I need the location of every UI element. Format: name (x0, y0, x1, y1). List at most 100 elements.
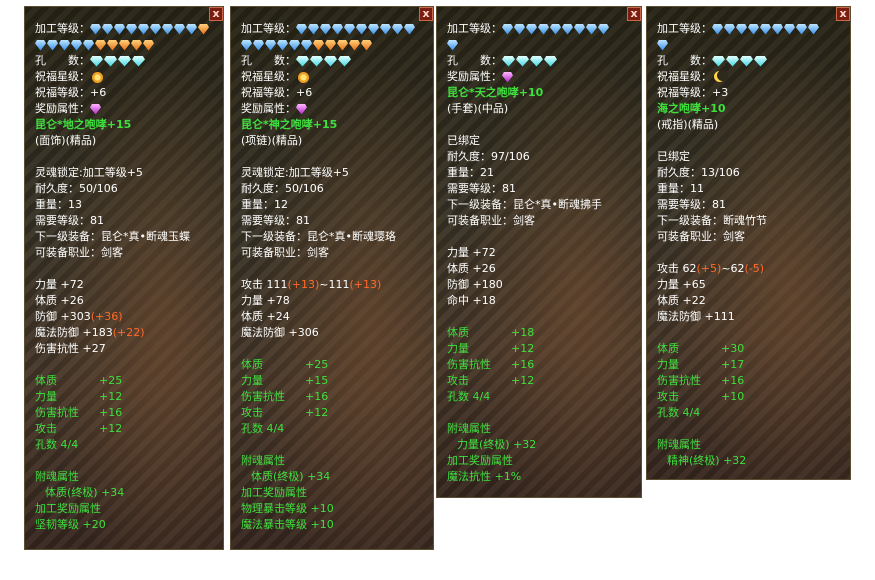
stat-text: 力量 +65 (657, 278, 706, 291)
next-equipment: 下一级装备：昆仑*真•断魂玉蝶 (35, 230, 190, 243)
orange-gem-icon (198, 23, 209, 35)
stat-row: 魔法防御 +183 (+22) (35, 325, 213, 341)
blue-gem-icon (150, 23, 161, 35)
gem-stat-row: 体质 +25 (241, 357, 423, 373)
process-reward: 物理暴击等级 +10 (241, 502, 334, 515)
cyan-gem-icon (118, 55, 131, 67)
attack-max: ~111 (319, 278, 350, 291)
process-level-row: 加工等级： (35, 21, 213, 37)
equip-job: 可装备职业：剑客 (447, 214, 535, 227)
close-button[interactable]: x (836, 7, 850, 21)
cyan-gem-icon (104, 55, 117, 67)
item-tooltip-panel-1: x 加工等级： 孔 数： 祝福星级： 祝福等级： +6 奖励属性： 昆仑*地之咆… (24, 6, 224, 550)
gem-stat-row: 孔数 4/4 (241, 421, 423, 437)
bless-star-row: 祝福星级： (35, 69, 213, 85)
item-type: (戒指)(精品) (657, 118, 719, 131)
stat-text: 力量 +72 (447, 246, 496, 259)
gem-stat-row: 孔数 4/4 (447, 389, 631, 405)
blue-gem-icon (574, 23, 585, 35)
item-type: (面饰)(精品) (35, 134, 97, 147)
weight: 重量：21 (447, 166, 494, 179)
bless-star-row: 祝福星级： (241, 69, 423, 85)
close-button[interactable]: x (419, 7, 433, 21)
required-level: 需要等级：81 (447, 182, 516, 195)
soul-attr: 体质(终极) +34 (251, 470, 331, 483)
gem-stat-value: +16 (99, 406, 123, 419)
close-button[interactable]: x (627, 7, 641, 21)
blue-gem-icon (174, 23, 185, 35)
gem-stat-value: +12 (305, 406, 329, 419)
process-level-row: 加工等级： (447, 21, 631, 37)
gem-stat-name: 攻击 (35, 422, 57, 435)
attack-bonus-min: (+13) (287, 278, 320, 291)
stat-text: 体质 +26 (447, 262, 496, 275)
blue-gem-icon (289, 39, 300, 51)
gem-stat-row: 体质 +25 (35, 373, 213, 389)
gem-stat-name: 力量 (241, 374, 263, 387)
stat-text: 魔法防御 +111 (657, 310, 735, 323)
blue-gem-icon (356, 23, 367, 35)
orange-gem-icon (119, 39, 130, 51)
reward-attr-row: 奖励属性： (241, 101, 423, 117)
cyan-gem-icon (310, 55, 323, 67)
blue-gem-icon (724, 23, 735, 35)
item-name: 昆仑*天之咆哮+10 (447, 86, 544, 99)
cyan-gem-icon (712, 55, 725, 67)
required-level: 需要等级：81 (241, 214, 310, 227)
gem-stat-value: +16 (721, 374, 745, 387)
next-equipment: 下一级装备：昆仑*真•断魂璎珞 (241, 230, 396, 243)
bless-level-row: 祝福等级： +6 (35, 85, 213, 101)
blue-gem-icon (186, 23, 197, 35)
gem-stat-name: 伤害抗性 (447, 358, 491, 371)
reward-attr-label: 奖励属性： (447, 70, 502, 83)
purple-gem-icon (296, 103, 307, 115)
process-reward-title: 加工奖励属性 (241, 486, 307, 499)
weight: 重量：13 (35, 198, 82, 211)
bless-star-label: 祝福星级： (35, 70, 90, 83)
orange-gem-icon (143, 39, 154, 51)
gem-stat-row: 伤害抗性 +16 (241, 389, 423, 405)
attack-bonus-max: (-5) (744, 262, 765, 275)
gem-stat-row: 攻击 +12 (447, 373, 631, 389)
bless-star-label: 祝福星级： (241, 70, 296, 83)
process-gems (712, 23, 840, 35)
gem-stat-row: 力量 +12 (35, 389, 213, 405)
process-level-row: 加工等级： (241, 21, 423, 37)
process-reward: 魔法抗性 +1% (447, 470, 522, 483)
stat-row: 力量 +72 (35, 277, 213, 293)
gem-stat-row: 体质 +30 (657, 341, 840, 357)
gem-stat-name: 孔数 (241, 422, 263, 435)
stat-text: 体质 +26 (35, 294, 84, 307)
gem-stat-row: 力量 +15 (241, 373, 423, 389)
stat-text: 力量 +78 (241, 294, 290, 307)
process-gems (502, 23, 631, 35)
blue-gem-icon (796, 23, 807, 35)
cyan-gem-icon (338, 55, 351, 67)
equip-job: 可装备职业：剑客 (657, 230, 745, 243)
close-button[interactable]: x (209, 7, 223, 21)
blue-gem-icon (59, 39, 70, 51)
stat-row: 体质 +26 (35, 293, 213, 309)
attack-text: 攻击 62 (657, 262, 697, 275)
process-reward-title: 加工奖励属性 (447, 454, 513, 467)
stat-text: 体质 +22 (657, 294, 706, 307)
blue-gem-icon (502, 23, 513, 35)
blue-gem-icon (296, 23, 307, 35)
process-gems-row2 (657, 37, 840, 53)
gem-stat-row: 攻击 +10 (657, 389, 840, 405)
holes-row: 孔 数： (657, 53, 840, 69)
gem-stat-name: 伤害抗性 (241, 390, 285, 403)
item-tooltip-panel-4: x 加工等级： 孔 数： 祝福星级： 祝福等级： +3 海之咆哮+10 (戒指)… (646, 6, 851, 480)
blue-gem-icon (526, 23, 537, 35)
orange-gem-icon (95, 39, 106, 51)
weight: 重量：11 (657, 182, 704, 195)
blue-gem-icon (447, 39, 458, 51)
gem-stat-value: +12 (99, 422, 123, 435)
blue-gem-icon (562, 23, 573, 35)
holes-label: 孔 数： (657, 54, 712, 67)
soul-lock: 灵魂锁定:加工等级+5 (35, 166, 143, 179)
stat-row: 魔法防御 +306 (241, 325, 423, 341)
soul-attr-title: 附魂属性 (447, 422, 491, 435)
stat-row: 体质 +26 (447, 261, 631, 277)
soul-attr-title: 附魂属性 (35, 470, 79, 483)
